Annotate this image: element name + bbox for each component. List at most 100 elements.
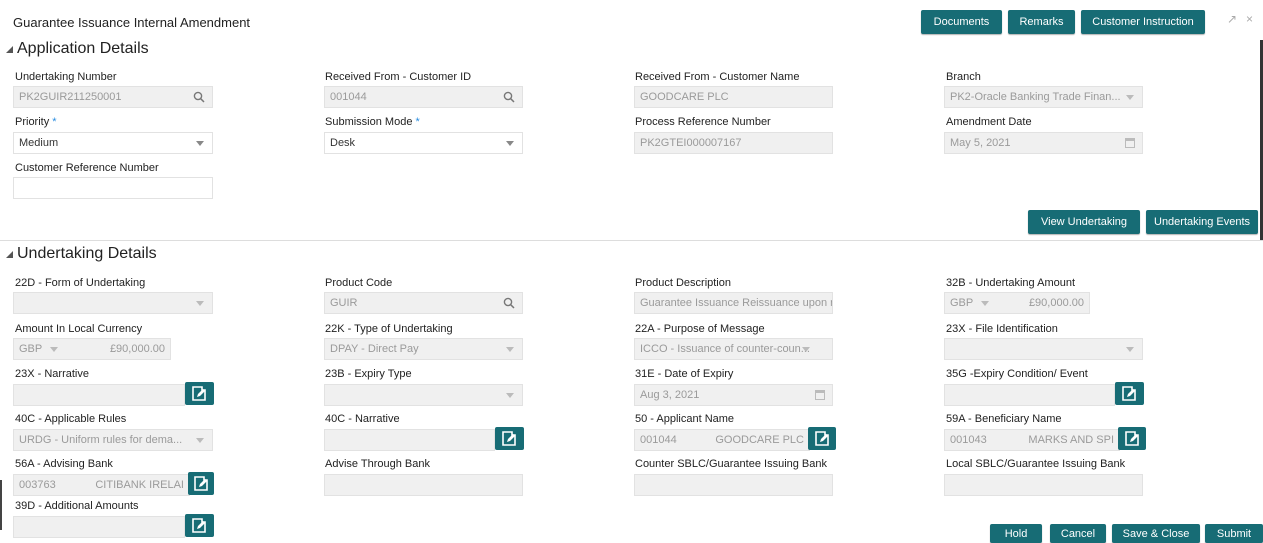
counter-bank-field[interactable]: [634, 474, 833, 496]
save-close-button[interactable]: Save & Close: [1112, 524, 1200, 543]
search-icon[interactable]: [496, 87, 522, 107]
advising-bank-id: 003763: [19, 479, 56, 491]
edit-beneficiary-button[interactable]: [1118, 427, 1146, 450]
expiry-condition-field: [944, 384, 1115, 406]
narrative-23x-label: 23X - Narrative: [15, 368, 89, 380]
customer-ref-input[interactable]: [13, 177, 213, 199]
search-icon[interactable]: [186, 87, 212, 107]
undertaking-number-field[interactable]: PK2GUIR211250001: [13, 86, 213, 108]
local-amount-label: Amount In Local Currency: [15, 323, 143, 335]
expiry-type-select[interactable]: [324, 384, 523, 406]
applicant-name-label: 50 - Applicant Name: [635, 413, 735, 425]
customer-instruction-button[interactable]: Customer Instruction: [1081, 10, 1205, 34]
local-amount-field: GBP £90,000.00: [13, 338, 171, 360]
chevron-down-icon: [196, 438, 204, 443]
additional-amounts-field: [13, 516, 185, 538]
narrative-40c-field: [324, 429, 495, 451]
applicant-name: GOODCARE PLC: [715, 434, 804, 446]
type-of-undertaking-label: 22K - Type of Undertaking: [325, 323, 453, 335]
undertaking-details-header[interactable]: Undertaking Details: [6, 245, 157, 263]
collapse-triangle-icon: [6, 250, 13, 258]
beneficiary-name-field: 001043 MARKS AND SPI: [944, 429, 1120, 451]
edit-narrative-23x-button[interactable]: [185, 382, 214, 405]
process-ref-label: Process Reference Number: [635, 116, 771, 128]
applicant-id: 001044: [640, 434, 677, 446]
additional-amounts-label: 39D - Additional Amounts: [15, 500, 139, 512]
priority-select[interactable]: Medium: [13, 132, 213, 154]
customer-id-label: Received From - Customer ID: [325, 71, 472, 83]
divider: [0, 240, 1263, 241]
branch-label: Branch: [946, 71, 981, 83]
priority-label: Priority *: [15, 116, 57, 128]
form-of-undertaking-label: 22D - Form of Undertaking: [15, 277, 146, 289]
submission-mode-label: Submission Mode *: [325, 116, 420, 128]
product-code-field[interactable]: GUIR: [324, 292, 523, 314]
chevron-down-icon: [1126, 95, 1134, 100]
hold-button[interactable]: Hold: [990, 524, 1042, 543]
beneficiary-name-label: 59A - Beneficiary Name: [946, 413, 1062, 425]
calendar-icon[interactable]: [1125, 138, 1135, 148]
edit-advising-bank-button[interactable]: [188, 472, 214, 495]
page-title: Guarantee Issuance Internal Amendment: [13, 15, 251, 30]
form-of-undertaking-select[interactable]: [13, 292, 213, 314]
edit-applicant-button[interactable]: [808, 427, 836, 450]
applicable-rules-select[interactable]: URDG - Uniform rules for dema...: [13, 429, 213, 451]
undertaking-events-button[interactable]: Undertaking Events: [1146, 210, 1258, 234]
customer-ref-label: Customer Reference Number: [15, 162, 159, 174]
view-undertaking-button[interactable]: View Undertaking: [1028, 210, 1140, 234]
remarks-button[interactable]: Remarks: [1008, 10, 1075, 34]
edit-narrative-40c-button[interactable]: [495, 427, 524, 450]
currency-select[interactable]: GBP: [950, 297, 973, 309]
advising-bank-field: 003763 CITIBANK IRELAI: [13, 474, 190, 496]
beneficiary-id: 001043: [950, 434, 987, 446]
amendment-date-field[interactable]: May 5, 2021: [944, 132, 1143, 154]
documents-button[interactable]: Documents: [921, 10, 1002, 34]
product-description-field: Guarantee Issuance Reissuance upon r: [634, 292, 833, 314]
type-of-undertaking-select[interactable]: DPAY - Direct Pay: [324, 338, 523, 360]
minimize-icon[interactable]: ↗: [1227, 12, 1237, 26]
beneficiary-name: MARKS AND SPI: [1028, 434, 1114, 446]
purpose-of-message-label: 22A - Purpose of Message: [635, 323, 765, 335]
close-icon[interactable]: ×: [1246, 12, 1253, 26]
customer-id-field[interactable]: 001044: [324, 86, 523, 108]
edit-expiry-condition-button[interactable]: [1115, 382, 1144, 405]
submit-button[interactable]: Submit: [1205, 524, 1263, 543]
file-identification-select[interactable]: [944, 338, 1143, 360]
applicant-name-field: 001044 GOODCARE PLC: [634, 429, 810, 451]
customer-name-label: Received From - Customer Name: [635, 71, 800, 83]
undertaking-amount-field[interactable]: GBP £90,000.00: [944, 292, 1090, 314]
date-of-expiry-label: 31E - Date of Expiry: [635, 368, 734, 380]
advising-bank-name: CITIBANK IRELAI: [95, 479, 184, 491]
chevron-down-icon: [196, 141, 204, 146]
chevron-down-icon: [981, 300, 990, 306]
cancel-button[interactable]: Cancel: [1050, 524, 1106, 543]
expiry-condition-label: 35G -Expiry Condition/ Event: [946, 368, 1088, 380]
date-of-expiry-field[interactable]: Aug 3, 2021: [634, 384, 833, 406]
submission-mode-select[interactable]: Desk: [324, 132, 523, 154]
applicable-rules-label: 40C - Applicable Rules: [15, 413, 127, 425]
branch-select[interactable]: PK2-Oracle Banking Trade Finan...: [944, 86, 1143, 108]
purpose-of-message-select[interactable]: ICCO - Issuance of counter-coun...: [634, 338, 833, 360]
local-bank-field[interactable]: [944, 474, 1143, 496]
application-details-header[interactable]: Application Details: [6, 40, 149, 58]
calendar-icon[interactable]: [815, 390, 825, 400]
advise-through-bank-label: Advise Through Bank: [325, 458, 430, 470]
chevron-down-icon: [802, 347, 810, 352]
expiry-type-label: 23B - Expiry Type: [325, 368, 412, 380]
amendment-date-label: Amendment Date: [946, 116, 1032, 128]
local-bank-label: Local SBLC/Guarantee Issuing Bank: [946, 458, 1126, 470]
edit-additional-amounts-button[interactable]: [185, 514, 214, 537]
product-code-label: Product Code: [325, 277, 393, 289]
chevron-down-icon: [506, 347, 514, 352]
amount-value: £90,000.00: [109, 343, 165, 355]
search-icon[interactable]: [496, 293, 522, 313]
chevron-down-icon: [1126, 347, 1134, 352]
advise-through-bank-field[interactable]: [324, 474, 523, 496]
section-title: Application Details: [17, 40, 149, 57]
advising-bank-label: 56A - Advising Bank: [15, 458, 113, 470]
narrative-23x-field: [13, 384, 185, 406]
narrative-40c-label: 40C - Narrative: [325, 413, 400, 425]
counter-bank-label: Counter SBLC/Guarantee Issuing Bank: [635, 458, 828, 470]
chevron-down-icon: [50, 346, 59, 352]
currency-value: GBP: [19, 343, 43, 355]
